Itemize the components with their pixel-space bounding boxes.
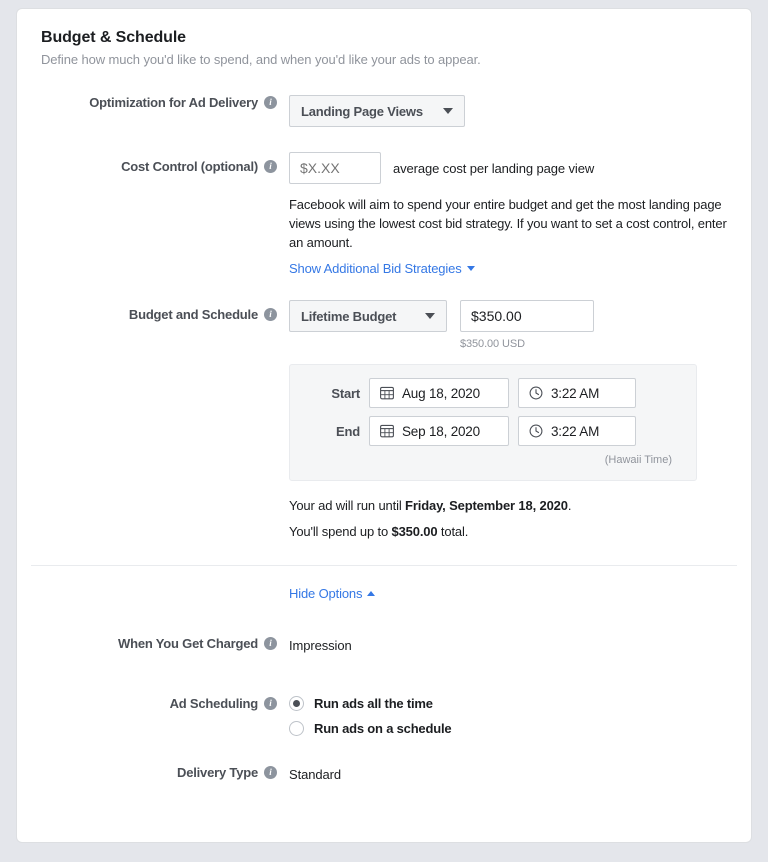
optimization-label: Optimization for Ad Delivery [89,95,258,110]
optimization-selected-value: Landing Page Views [301,103,423,119]
budget-currency-note: $350.00 USD [460,338,525,350]
show-additional-bid-strategies-label: Show Additional Bid Strategies [289,261,462,276]
radio-button[interactable] [289,721,304,736]
radio-option-run-all-time[interactable]: Run ads all the time [289,696,727,711]
radio-label: Run ads on a schedule [314,721,452,736]
calendar-icon [380,424,394,438]
info-icon[interactable]: i [264,308,277,321]
budget-amount-input[interactable]: $350.00 [460,300,594,332]
page-subtitle: Define how much you'd like to spend, and… [41,52,481,67]
end-date-field[interactable]: Sep 18, 2020 [369,416,509,446]
timezone-note: (Hawaii Time) [604,454,672,466]
chevron-up-icon [367,591,376,596]
budget-type-select[interactable]: Lifetime Budget [289,300,447,332]
cost-control-label-col: Cost Control (optional) i [41,152,289,174]
delivery-type-label: Delivery Type [177,765,258,780]
budget-schedule-card: Budget & Schedule Define how much you'd … [16,8,752,843]
when-charged-field-col: Impression [289,636,727,655]
info-icon[interactable]: i [264,96,277,109]
section-divider [31,565,737,566]
show-additional-bid-strategies-link[interactable]: Show Additional Bid Strategies [289,261,475,276]
end-date-value: Sep 18, 2020 [402,423,480,439]
run-until-summary: Your ad will run until Friday, September… [289,498,727,513]
schedule-end-row: End Sep 18, 2020 3:22 AM [308,416,678,446]
delivery-type-value: Standard [289,767,341,782]
end-time-value: 3:22 AM [551,423,600,439]
delivery-type-field-col: Standard [289,765,727,784]
ad-scheduling-label-col: Ad Scheduling i [41,696,289,711]
budget-field-col: Lifetime Budget $350.00 $350.00 USD Star… [289,300,727,539]
info-icon[interactable]: i [264,766,277,779]
start-time-value: 3:22 AM [551,385,600,401]
budget-label-col: Budget and Schedule i [41,300,289,322]
optimization-select[interactable]: Landing Page Views [289,95,465,127]
radio-button[interactable] [289,696,304,711]
radio-label: Run ads all the time [314,696,433,711]
budget-type-selected-value: Lifetime Budget [301,308,397,324]
options-toggle-col: Hide Options [289,585,727,603]
when-charged-label: When You Get Charged [118,636,258,651]
ad-scheduling-row: Ad Scheduling i Run ads all the time Run… [17,696,751,736]
spend-suffix: total. [437,524,469,539]
calendar-icon [380,386,394,400]
end-time-field[interactable]: 3:22 AM [518,416,636,446]
cost-control-label: Cost Control (optional) [121,159,258,174]
radio-option-run-on-schedule[interactable]: Run ads on a schedule [289,721,727,736]
run-until-date: Friday, September 18, 2020 [405,498,568,513]
spend-prefix: You'll spend up to [289,524,392,539]
run-until-prefix: Your ad will run until [289,498,406,513]
when-charged-row: When You Get Charged i Impression [17,636,751,655]
start-date-field[interactable]: Aug 18, 2020 [369,378,509,408]
ad-scheduling-field-col: Run ads all the time Run ads on a schedu… [289,696,727,736]
spend-summary: You'll spend up to $350.00 total. [289,524,727,539]
optimization-field-col: Landing Page Views [289,95,727,127]
chevron-down-icon [443,108,453,114]
cost-control-unit-text: average cost per landing page view [393,160,595,176]
cost-control-field-col: average cost per landing page view Faceb… [289,152,727,278]
budget-input-group: Lifetime Budget $350.00 [289,300,727,332]
info-icon[interactable]: i [264,160,277,173]
ad-scheduling-label: Ad Scheduling [169,696,259,711]
delivery-type-label-col: Delivery Type i [41,765,289,780]
when-charged-label-col: When You Get Charged i [41,636,289,651]
budget-label: Budget and Schedule [128,307,258,322]
cost-control-input-group: average cost per landing page view [289,152,727,184]
when-charged-value: Impression [289,638,352,653]
schedule-end-label: End [336,423,360,439]
cost-control-help-text: Facebook will aim to spend your entire b… [289,197,727,250]
optimization-row: Optimization for Ad Delivery i Landing P… [17,95,751,127]
run-until-suffix: . [567,498,572,513]
spend-amount: $350.00 [391,524,438,539]
clock-icon [529,424,543,438]
schedule-panel: Start Aug 18, 2020 3:22 AM End Sep 18, 2… [289,364,697,481]
page-title: Budget & Schedule [41,29,186,46]
info-icon[interactable]: i [264,697,277,710]
clock-icon [529,386,543,400]
hide-options-button[interactable]: Hide Options [289,586,376,601]
cost-control-row: Cost Control (optional) i average cost p… [17,152,751,278]
hide-options-label: Hide Options [289,586,363,601]
delivery-type-row: Delivery Type i Standard [17,765,751,784]
options-toggle-row: Hide Options [17,585,751,603]
info-icon[interactable]: i [264,637,277,650]
start-time-field[interactable]: 3:22 AM [518,378,636,408]
budget-and-schedule-row: Budget and Schedule i Lifetime Budget $3… [17,300,751,539]
optimization-label-col: Optimization for Ad Delivery i [41,95,289,110]
card-header: Budget & Schedule Define how much you'd … [17,9,751,67]
chevron-down-icon [466,266,475,271]
cost-control-input[interactable] [289,152,381,184]
chevron-down-icon [425,313,435,319]
schedule-start-row: Start Aug 18, 2020 3:22 AM [308,378,678,408]
schedule-start-label: Start [331,385,360,401]
start-date-value: Aug 18, 2020 [402,385,480,401]
